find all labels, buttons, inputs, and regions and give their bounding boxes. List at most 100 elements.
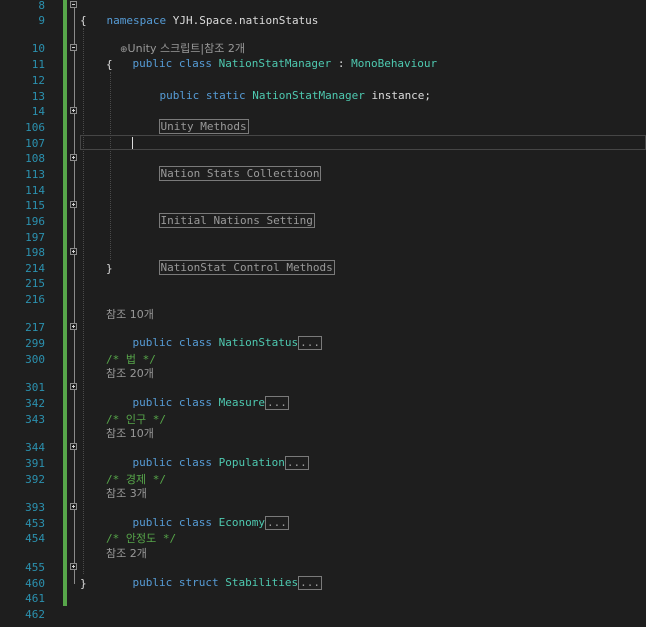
collapsed-ellipsis[interactable]: ... [284, 456, 309, 470]
line-number: 115 [25, 199, 45, 212]
indent-guide [83, 28, 84, 574]
expand-nationstatus-toggle[interactable] [70, 323, 77, 330]
collapsed-region-label[interactable]: Initial Nations Setting [158, 213, 315, 228]
class-name: Measure [218, 396, 265, 409]
line-number: 461 [25, 592, 45, 605]
class-measure[interactable]: public class Measure... [106, 380, 289, 410]
line-number: 217 [25, 321, 45, 334]
indent-guide [110, 72, 111, 260]
struct-name: Stabilities [225, 576, 299, 589]
struct-keyword: struct [172, 576, 226, 589]
current-line-highlight [80, 135, 646, 150]
line-number: 342 [25, 397, 45, 410]
region-control[interactable]: NationStat Control Methods [132, 245, 335, 275]
codelens-measure[interactable]: 참조 20개 [106, 367, 154, 380]
expand-measure-toggle[interactable] [70, 383, 77, 390]
line-number: 14 [31, 105, 45, 118]
line-number: 301 [25, 381, 45, 394]
line-number: 10 [31, 42, 45, 55]
line-number: 108 [25, 152, 45, 165]
line-number: 113 [25, 168, 45, 181]
line-number: 196 [25, 215, 45, 228]
class-population[interactable]: public class Population... [106, 440, 309, 470]
line-number: 214 [25, 262, 45, 275]
collapse-namespace-toggle[interactable] [70, 1, 77, 8]
line-number: 106 [25, 121, 45, 134]
class-name: NationStatManager [218, 57, 332, 70]
public-keyword: public [132, 336, 173, 349]
line-number: 11 [31, 58, 45, 71]
expand-economy-toggle[interactable] [70, 503, 77, 510]
public-keyword: public [132, 57, 173, 70]
namespace-open-brace: { [80, 14, 87, 27]
class-open-brace: { [106, 58, 113, 71]
base-class-name: MonoBehaviour [351, 57, 438, 70]
field-type: NationStatManager [252, 89, 365, 102]
expand-region-control-toggle[interactable] [70, 248, 77, 255]
codelens-economy[interactable]: 참조 3개 [106, 487, 147, 500]
public-keyword: public [132, 576, 173, 589]
class-close-brace: } [106, 262, 113, 275]
public-keyword: public [132, 456, 173, 469]
class-keyword: class [172, 336, 219, 349]
line-number: 391 [25, 457, 45, 470]
public-keyword: public [132, 516, 173, 529]
comment-economy: /* 경제 */ [106, 473, 166, 486]
instance-field[interactable]: public static NationStatManager instance… [133, 73, 432, 102]
line-number: 300 [25, 353, 45, 366]
line-number: 462 [25, 608, 45, 621]
collapsed-ellipsis[interactable]: ... [298, 336, 322, 350]
line-number: 107 [25, 137, 45, 150]
public-keyword: public [159, 89, 200, 102]
region-initial[interactable]: Initial Nations Setting [132, 198, 315, 228]
colon: : [331, 57, 352, 70]
static-keyword: static [199, 89, 253, 102]
collapsed-region-label[interactable]: Unity Methods [158, 119, 249, 134]
line-number: 460 [25, 577, 45, 590]
line-number: 344 [25, 441, 45, 454]
namespace-name: YJH.Space.nationStatus [166, 14, 319, 27]
collapsed-ellipsis[interactable]: ... [264, 396, 289, 410]
collapsed-ellipsis[interactable]: ... [298, 576, 322, 590]
change-tracking-bar [63, 0, 67, 606]
expand-region-unity-methods-toggle[interactable] [70, 107, 77, 114]
class-keyword: class [172, 57, 219, 70]
namespace-declaration[interactable]: namespace YJH.Space.nationStatus [80, 0, 319, 27]
collapse-class-toggle[interactable] [70, 44, 77, 51]
class-name: NationStatus [218, 336, 299, 349]
struct-stabilities[interactable]: public struct Stabilities... [106, 560, 322, 590]
line-number: 216 [25, 293, 45, 306]
expand-stabilities-toggle[interactable] [70, 563, 77, 570]
class-keyword: class [172, 516, 219, 529]
region-unity-methods[interactable]: Unity Methods [132, 104, 249, 134]
class-name: Economy [218, 516, 265, 529]
comment-measure: /* 법 */ [106, 353, 156, 366]
line-number: 455 [25, 561, 45, 574]
codelens-stabilities[interactable]: 참조 2개 [106, 547, 147, 560]
codelens-population[interactable]: 참조 10개 [106, 427, 154, 440]
line-number: 198 [25, 246, 45, 259]
line-number: 12 [31, 74, 45, 87]
class-name: Population [218, 456, 285, 469]
expand-region-collection-toggle[interactable] [70, 154, 77, 161]
line-number: 13 [31, 90, 45, 103]
class-keyword: class [172, 396, 219, 409]
collapsed-ellipsis[interactable]: ... [264, 516, 289, 530]
line-number: 393 [25, 501, 45, 514]
code-editor[interactable]: 8 9 10 11 12 13 14 106 107 108 113 114 1… [0, 0, 646, 627]
outlining-margin [68, 0, 80, 627]
region-collection[interactable]: Nation Stats Collectioon [132, 151, 322, 181]
class-nationstatus[interactable]: public class NationStatus... [106, 320, 322, 350]
field-name: instance; [364, 89, 432, 102]
class-declaration[interactable]: public class NationStatManager : MonoBeh… [106, 41, 438, 70]
expand-population-toggle[interactable] [70, 443, 77, 450]
collapsed-region-label[interactable]: NationStat Control Methods [158, 260, 335, 275]
collapsed-region-label[interactable]: Nation Stats Collectioon [158, 166, 322, 181]
line-number: 392 [25, 473, 45, 486]
namespace-keyword: namespace [106, 14, 167, 27]
comment-population: /* 인구 */ [106, 413, 166, 426]
namespace-close-brace: } [80, 577, 87, 590]
class-economy[interactable]: public class Economy... [106, 500, 289, 530]
expand-region-initial-toggle[interactable] [70, 201, 77, 208]
line-number-gutter: 8 9 10 11 12 13 14 106 107 108 113 114 1… [0, 0, 50, 627]
